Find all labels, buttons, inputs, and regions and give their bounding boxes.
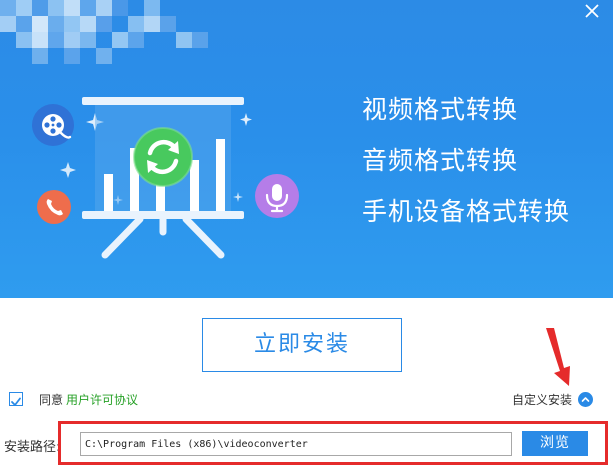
install-now-button[interactable]: 立即安装 — [202, 318, 402, 372]
agreement-row: 同意 用户许可协议 — [9, 390, 138, 408]
microphone-icon — [255, 174, 299, 218]
annotation-arrow-icon — [546, 328, 570, 386]
feature-audio: 音频格式转换 — [362, 146, 519, 175]
custom-install-label: 自定义安装 — [511, 392, 572, 407]
refresh-icon — [133, 127, 193, 187]
browse-button[interactable]: 浏览 — [522, 431, 588, 456]
agree-label: 同意 — [39, 392, 64, 407]
film-reel-icon — [32, 104, 74, 146]
license-agreement-link[interactable]: 用户许可协议 — [66, 391, 138, 408]
chevron-up-icon — [578, 391, 593, 407]
agree-checkbox[interactable] — [9, 392, 23, 406]
checkmark-icon — [11, 397, 21, 406]
banner-illustration — [32, 97, 299, 259]
feature-list: 视频格式转换 音频格式转换 手机设备格式转换 — [362, 96, 602, 249]
install-path-input[interactable] — [80, 432, 512, 456]
banner: 视频格式转换 音频格式转换 手机设备格式转换 — [0, 0, 613, 298]
install-path-row: 安装路径: 浏览 — [0, 425, 613, 465]
close-button[interactable] — [583, 2, 601, 20]
installer-window: 视频格式转换 音频格式转换 手机设备格式转换 立即安装 同意 用户许可协议 自定… — [0, 0, 613, 469]
feature-video: 视频格式转换 — [362, 95, 519, 124]
close-icon — [585, 4, 599, 18]
custom-install-toggle[interactable]: 自定义安装 — [512, 390, 593, 408]
feature-mobile: 手机设备格式转换 — [362, 197, 571, 226]
phone-icon — [37, 190, 71, 224]
install-path-label: 安装路径: — [4, 440, 61, 455]
